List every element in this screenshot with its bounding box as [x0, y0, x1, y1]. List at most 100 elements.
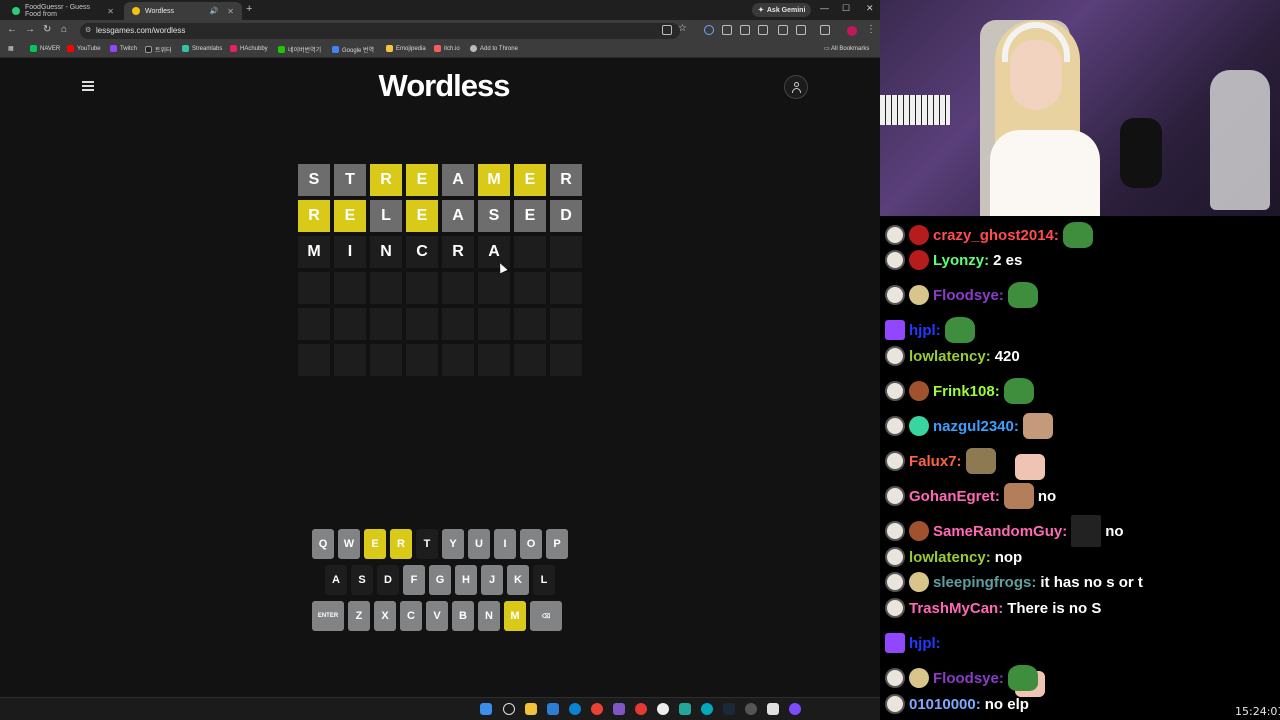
chat-badge-icon[interactable] — [885, 320, 905, 340]
chat-badge-icon[interactable] — [885, 572, 905, 592]
tab-foodguessr[interactable]: FoodGuessr - Guess Food from ✕ — [4, 2, 122, 20]
extensions-puzzle-icon[interactable] — [796, 25, 806, 35]
all-bookmarks[interactable]: ▭ All Bookmarks — [824, 45, 869, 52]
steam-icon[interactable] — [723, 703, 735, 715]
reload-icon[interactable]: ↻ — [43, 24, 51, 35]
speaker-icon[interactable]: 🔊 — [210, 7, 219, 15]
chat-username[interactable]: TrashMyCan: — [909, 600, 1003, 617]
extension-icon[interactable] — [722, 25, 732, 35]
app-icon[interactable] — [547, 703, 559, 715]
chat-username[interactable]: Floodsye: — [933, 287, 1004, 304]
site-info-icon[interactable]: ⚙ — [85, 26, 91, 34]
app-icon[interactable] — [701, 703, 713, 715]
key-r[interactable]: R — [390, 529, 412, 559]
chat-username[interactable]: Lyonzy: — [933, 252, 989, 269]
chat-username[interactable]: lowlatency: — [909, 348, 991, 365]
ask-gemini-button[interactable]: ✦ Ask Gemini — [752, 3, 812, 17]
app-icon[interactable] — [613, 703, 625, 715]
key-s[interactable]: S — [351, 565, 373, 595]
chat-badge-icon[interactable] — [885, 598, 905, 618]
chat-badge-icon[interactable] — [909, 381, 929, 401]
key-t[interactable]: T — [416, 529, 438, 559]
chat-badge-icon[interactable] — [885, 225, 905, 245]
sidepanel-icon[interactable] — [820, 25, 830, 35]
chat-badge-icon[interactable] — [885, 416, 905, 436]
apps-icon[interactable]: ▦ — [8, 45, 14, 52]
extension-icon[interactable] — [778, 25, 788, 35]
key-a[interactable]: A — [325, 565, 347, 595]
start-icon[interactable] — [480, 703, 492, 715]
close-icon[interactable]: ✕ — [107, 7, 114, 16]
star-icon[interactable]: ☆ — [678, 23, 687, 34]
profile-avatar[interactable] — [847, 26, 857, 36]
chat-badge-icon[interactable] — [909, 572, 929, 592]
key-g[interactable]: G — [429, 565, 451, 595]
extension-icon[interactable] — [704, 25, 714, 35]
key-b[interactable]: B — [452, 601, 474, 631]
key-d[interactable]: D — [377, 565, 399, 595]
bookmark-google-translate[interactable]: Google 번역 — [332, 45, 374, 54]
bookmark-streamlabs[interactable]: Streamlabs — [182, 45, 222, 52]
key-q[interactable]: Q — [312, 529, 334, 559]
user-account-button[interactable] — [784, 75, 808, 99]
key-n[interactable]: N — [478, 601, 500, 631]
key-o[interactable]: O — [520, 529, 542, 559]
translate-icon[interactable] — [662, 25, 672, 35]
enter-key[interactable]: ENTER — [312, 601, 344, 631]
app-icon[interactable] — [745, 703, 757, 715]
chat-username[interactable]: hjpl: — [909, 322, 941, 339]
bookmark-throne[interactable]: Add to Throne — [470, 45, 518, 52]
key-l[interactable]: L — [533, 565, 555, 595]
key-u[interactable]: U — [468, 529, 490, 559]
chat-username[interactable]: GohanEgret: — [909, 488, 1000, 505]
key-w[interactable]: W — [338, 529, 360, 559]
chat-badge-icon[interactable] — [885, 250, 905, 270]
edge-icon[interactable] — [569, 703, 581, 715]
key-e[interactable]: E — [364, 529, 386, 559]
app-icon[interactable] — [767, 703, 779, 715]
obs-icon[interactable] — [657, 703, 669, 715]
home-icon[interactable]: ⌂ — [61, 24, 67, 35]
bookmark-hachubby[interactable]: HAchubby — [230, 45, 268, 52]
extension-icon[interactable] — [740, 25, 750, 35]
key-h[interactable]: H — [455, 565, 477, 595]
chat-badge-icon[interactable] — [885, 451, 905, 471]
backspace-key[interactable]: ⌫ — [530, 601, 562, 631]
key-c[interactable]: C — [400, 601, 422, 631]
key-k[interactable]: K — [507, 565, 529, 595]
app-icon[interactable] — [635, 703, 647, 715]
chat-username[interactable]: Floodsye: — [933, 670, 1004, 687]
app-icon[interactable] — [679, 703, 691, 715]
chat-badge-icon[interactable] — [909, 521, 929, 541]
chat-badge-icon[interactable] — [885, 381, 905, 401]
chat-badge-icon[interactable] — [885, 486, 905, 506]
chat-badge-icon[interactable] — [909, 668, 929, 688]
chat-username[interactable]: SameRandomGuy: — [933, 523, 1067, 540]
bookmark-papago[interactable]: 네이버번역기 — [278, 45, 321, 54]
chat-username[interactable]: Falux7: — [909, 453, 962, 470]
bookmark-twitter[interactable]: 트위터 — [145, 45, 172, 54]
chat-badge-icon[interactable] — [885, 547, 905, 567]
menu-kebab-icon[interactable]: ⋮ — [866, 24, 876, 35]
close-window-icon[interactable]: ✕ — [866, 3, 874, 14]
bookmark-itchio[interactable]: itch.io — [434, 45, 460, 52]
chat-username[interactable]: 01010000: — [909, 696, 981, 713]
extension-icon[interactable] — [758, 25, 768, 35]
chat-username[interactable]: Frink108: — [933, 383, 1000, 400]
key-v[interactable]: V — [426, 601, 448, 631]
chat-username[interactable]: crazy_ghost2014: — [933, 227, 1059, 244]
chat-badge-icon[interactable] — [885, 633, 905, 653]
chat-badge-icon[interactable] — [885, 668, 905, 688]
bookmark-naver[interactable]: NAVER — [30, 45, 60, 52]
new-tab-icon[interactable]: + — [246, 3, 252, 15]
file-explorer-icon[interactable] — [525, 703, 537, 715]
close-icon[interactable]: ✕ — [227, 7, 234, 16]
key-p[interactable]: P — [546, 529, 568, 559]
chat-badge-icon[interactable] — [885, 346, 905, 366]
minimize-icon[interactable]: — — [820, 3, 829, 13]
bookmark-youtube[interactable]: YouTube — [67, 45, 101, 52]
chat-username[interactable]: lowlatency: — [909, 549, 991, 566]
key-x[interactable]: X — [374, 601, 396, 631]
tab-wordless[interactable]: Wordless 🔊 ✕ — [124, 2, 242, 20]
bookmark-emojipedia[interactable]: Emojipedia — [386, 45, 426, 52]
